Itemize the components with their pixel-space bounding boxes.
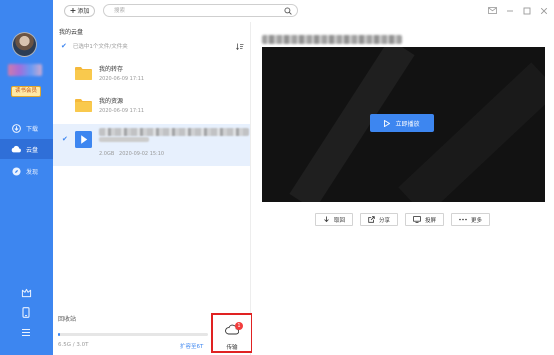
compass-icon — [11, 166, 21, 176]
transfer-button[interactable]: 1 传输 — [211, 313, 253, 353]
search-icon[interactable] — [284, 7, 292, 17]
file-name-redacted — [99, 128, 249, 136]
preview-panel: 立即播放 取回 分享 投屏 更多 — [252, 22, 554, 355]
sidebar-item-discover[interactable]: 发现 — [0, 161, 53, 181]
plus-icon: + — [69, 6, 77, 15]
close-icon[interactable] — [539, 6, 548, 15]
retrieve-label: 取回 — [334, 217, 346, 224]
cast-button[interactable]: 投屏 — [405, 213, 445, 226]
sidebar-item-label: 下载 — [26, 125, 39, 133]
username-redacted — [8, 64, 42, 76]
vip-crown-icon[interactable] — [20, 287, 32, 299]
recycle-bin-link[interactable]: 回收站 — [58, 314, 76, 323]
add-button[interactable]: +添加 — [64, 5, 95, 17]
sidebar-item-label: 发现 — [26, 168, 39, 176]
file-date: 2020-06-09 17:11 — [99, 76, 145, 82]
video-file-icon — [75, 131, 92, 148]
share-button[interactable]: 分享 — [360, 213, 399, 226]
file-size: 2.0GB — [99, 151, 115, 157]
play-now-button[interactable]: 立即播放 — [370, 114, 434, 132]
panel-title: 我的云盘 — [59, 29, 84, 36]
play-now-label: 立即播放 — [395, 120, 420, 128]
avatar[interactable] — [12, 32, 37, 57]
download-icon — [324, 216, 329, 223]
phone-icon[interactable] — [20, 306, 32, 318]
more-button[interactable]: 更多 — [451, 213, 491, 226]
maximize-icon[interactable] — [522, 6, 531, 15]
list-item[interactable]: 我的转存 2020-06-09 17:11 — [53, 60, 250, 90]
check-icon[interactable]: ✔ — [62, 135, 68, 143]
expand-storage-link[interactable]: 扩容至6T — [180, 342, 203, 350]
cast-icon — [413, 216, 421, 223]
selection-text: 已选中1个文件/文件夹 — [72, 44, 128, 50]
window-controls — [488, 6, 548, 15]
file-date: 2020-09-02 15:10 — [119, 151, 165, 157]
file-name: 我的资源 — [99, 98, 124, 105]
sidebar-item-cloud[interactable]: 云盘 — [0, 139, 53, 159]
file-name: 我的转存 — [99, 66, 124, 73]
storage-bar — [58, 333, 208, 336]
more-icon — [459, 218, 467, 221]
vip-badge[interactable]: 读书会员 — [11, 86, 41, 97]
file-panel: 我的云盘 ✔ 已选中1个文件/文件夹 我的转存 2020-06-09 17:11… — [53, 22, 253, 355]
play-icon — [384, 119, 391, 127]
transfer-label: 传输 — [226, 345, 238, 351]
toolbar: +添加 — [53, 0, 554, 22]
file-size-date: 2.0GB 2020-09-02 15:10 — [99, 151, 164, 157]
storage-fill — [58, 333, 60, 336]
add-button-label: 添加 — [77, 8, 90, 15]
more-label: 更多 — [471, 217, 483, 224]
search-input[interactable] — [114, 5, 284, 16]
retrieve-button[interactable]: 取回 — [315, 213, 354, 226]
minimize-icon[interactable] — [505, 6, 514, 15]
storage-usage: 6.5G / 3.0T — [58, 342, 89, 348]
mail-icon[interactable] — [488, 6, 497, 15]
folder-icon — [75, 66, 92, 80]
cast-label: 投屏 — [425, 217, 437, 224]
transfer-count-badge: 1 — [235, 322, 243, 330]
sidebar-item-label: 云盘 — [26, 146, 39, 154]
list-item[interactable]: 我的资源 2020-06-09 17:11 — [53, 92, 250, 122]
list-item-selected[interactable]: ✔ 2.0GB 2020-09-02 15:10 — [53, 124, 250, 166]
file-name-redacted-line — [99, 137, 149, 142]
download-icon — [11, 123, 21, 133]
folder-icon — [75, 98, 92, 112]
menu-icon[interactable] — [20, 326, 32, 338]
share-icon — [368, 216, 375, 223]
cloud-icon — [11, 144, 21, 154]
video-player[interactable]: 立即播放 — [262, 47, 545, 202]
search-box[interactable] — [103, 4, 298, 17]
sort-icon[interactable] — [236, 43, 244, 52]
sidebar: 读书会员 下载 云盘 发现 — [0, 0, 53, 355]
sidebar-item-download[interactable]: 下载 — [0, 118, 53, 138]
file-date: 2020-06-09 17:11 — [99, 108, 145, 114]
check-icon[interactable]: ✔ — [61, 42, 67, 50]
preview-actions: 取回 分享 投屏 更多 — [315, 213, 491, 226]
share-label: 分享 — [379, 217, 391, 224]
preview-title-redacted — [262, 35, 402, 44]
selection-summary: ✔ 已选中1个文件/文件夹 — [61, 42, 128, 50]
